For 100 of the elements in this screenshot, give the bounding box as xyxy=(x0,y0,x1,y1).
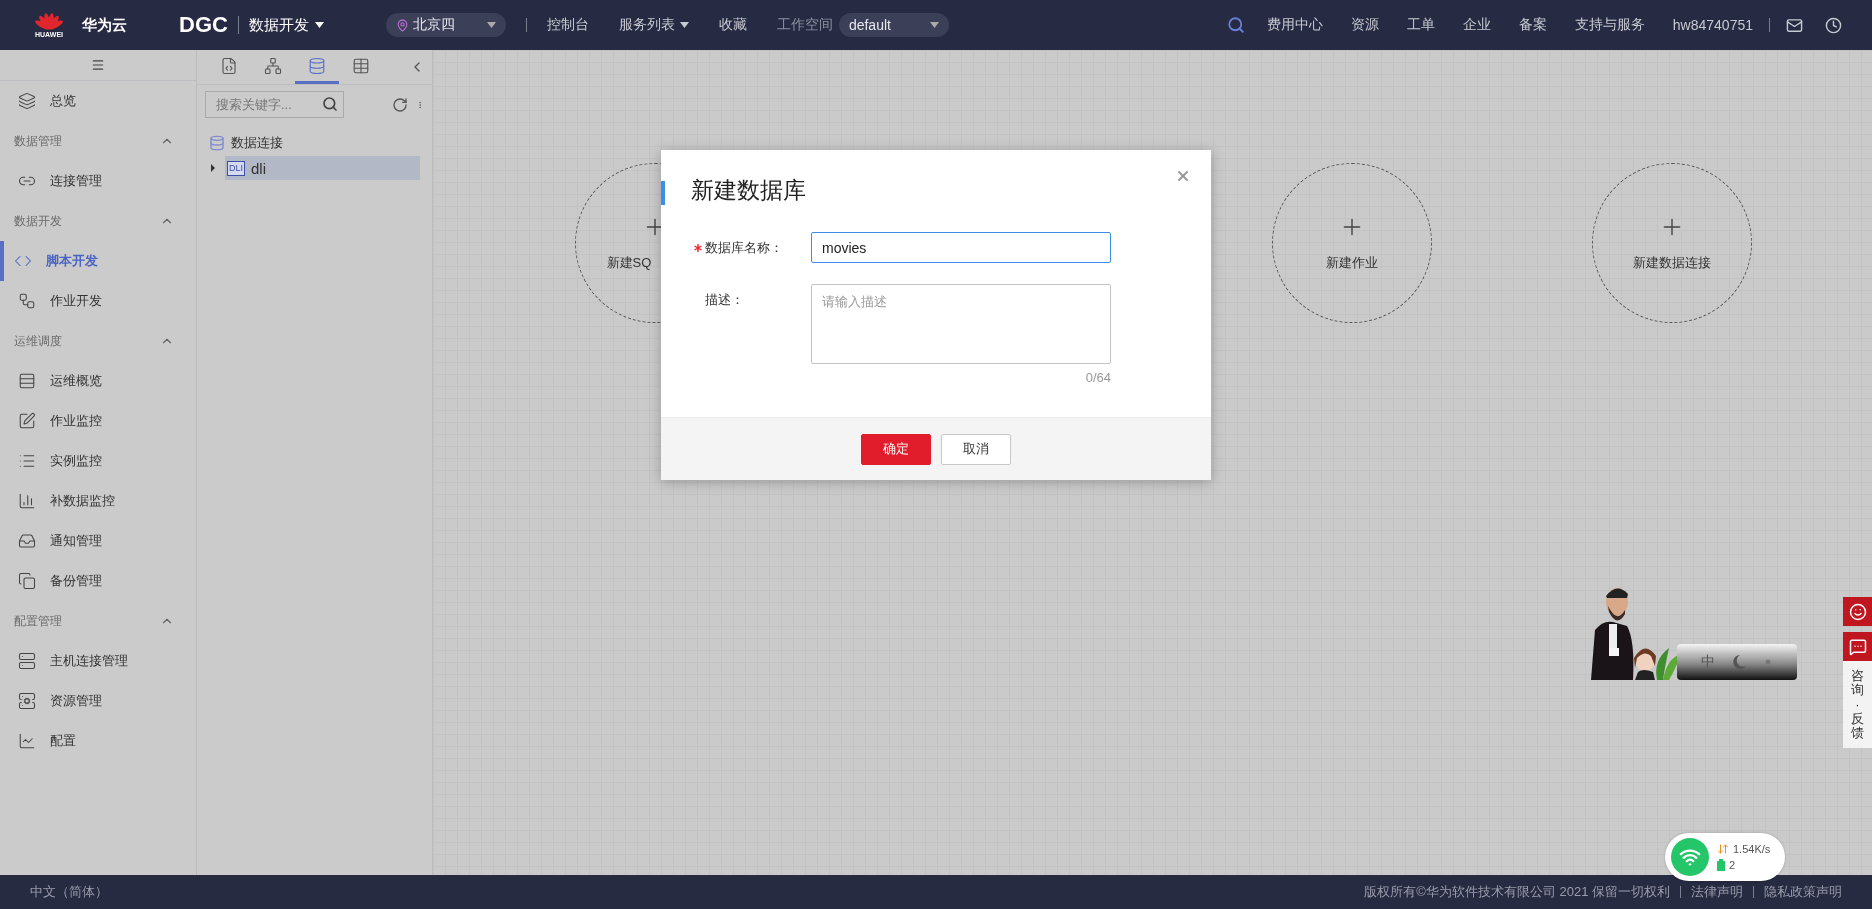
tree-label[interactable]: 数据连接 xyxy=(231,134,283,152)
pen-icon xyxy=(18,412,36,430)
sidebar-item-label: 运维概览 xyxy=(50,372,102,390)
menu-icon[interactable] xyxy=(91,58,105,72)
nav-link[interactable]: 资源 xyxy=(1350,16,1379,34)
input-field[interactable]: movies xyxy=(811,232,1111,263)
transfer-icon xyxy=(1717,843,1729,855)
sidebar-item-label: 补数据监控 xyxy=(50,492,115,510)
wifi-icon xyxy=(1679,846,1701,868)
list-icon xyxy=(18,452,36,470)
rows-icon xyxy=(18,372,36,390)
dli-badge: DLI xyxy=(227,160,245,176)
module-menu[interactable]: 数据开发 xyxy=(248,15,324,35)
network-speed: 1.54K/s xyxy=(1733,843,1771,855)
nav-link[interactable]: 服务列表 xyxy=(618,16,689,34)
sidebar-item[interactable]: 补数据监控 xyxy=(0,481,196,521)
sidebar-item-label: 通知管理 xyxy=(50,532,102,550)
caret-icon xyxy=(486,22,496,28)
sidebar-item[interactable]: 连接管理 xyxy=(0,161,196,201)
brand-name: 华为云 xyxy=(82,15,127,35)
server-gear-icon xyxy=(18,692,36,710)
battery-icon xyxy=(1717,859,1725,871)
input-mode-label: 中 xyxy=(1701,653,1715,671)
footer-link[interactable]: 隐私政策声明 xyxy=(1764,883,1842,901)
sidebar-item[interactable]: 作业开发 xyxy=(0,281,196,321)
sidebar-section[interactable]: 数据开发 xyxy=(0,201,196,241)
user-name[interactable]: hw84740751 xyxy=(1672,17,1753,33)
section-label: 运维调度 xyxy=(14,332,62,350)
workspace-select[interactable]: default xyxy=(838,13,949,37)
sidebar-section[interactable]: 运维调度 xyxy=(0,321,196,361)
refresh-icon[interactable] xyxy=(392,96,408,113)
sidebar-item[interactable]: 作业监控 xyxy=(0,401,196,441)
logo-icon xyxy=(35,12,63,31)
workspace-label: 工作空间 xyxy=(776,16,833,34)
caret-icon xyxy=(679,22,689,28)
caret-icon xyxy=(314,22,324,28)
nav-link[interactable]: 支持与服务 xyxy=(1574,16,1645,34)
sidebar-item[interactable]: 备份管理 xyxy=(0,561,196,601)
nav-link[interactable]: 收藏 xyxy=(718,16,747,34)
chat-icon xyxy=(1848,637,1867,656)
footer-link[interactable]: 法律声明 xyxy=(1691,883,1743,901)
inbox-icon xyxy=(18,532,36,550)
sidebar-item-label: 作业开发 xyxy=(50,292,102,310)
tree-label: dli xyxy=(251,159,267,177)
copy-icon xyxy=(18,572,36,590)
sidebar-item[interactable]: 运维概览 xyxy=(0,361,196,401)
smiley-button[interactable] xyxy=(1843,597,1872,626)
pin-icon xyxy=(395,18,409,32)
card-label: 新建数据连接 xyxy=(1633,254,1711,272)
card-label: 新建SQ xyxy=(606,254,652,272)
search-icon[interactable] xyxy=(1226,16,1245,34)
close-icon[interactable] xyxy=(1175,168,1191,184)
sidebar-item-label: 主机连接管理 xyxy=(50,652,128,670)
dot-icon xyxy=(1765,659,1771,665)
language-label[interactable]: 中文（简体） xyxy=(30,883,108,901)
moon-icon xyxy=(1733,654,1747,670)
line-chart-icon xyxy=(18,732,36,750)
nav-link[interactable]: 企业 xyxy=(1462,16,1491,34)
network-count: 2 xyxy=(1729,859,1736,871)
product-name: DGC xyxy=(179,12,228,38)
section-label: 数据管理 xyxy=(14,132,62,150)
sidebar-item-label: 资源管理 xyxy=(50,692,102,710)
sidebar-item[interactable]: 通知管理 xyxy=(0,521,196,561)
nav-link[interactable]: 费用中心 xyxy=(1266,16,1323,34)
nav-link[interactable]: 工单 xyxy=(1406,16,1435,34)
search-field[interactable]: 搜索关键字... xyxy=(205,91,344,118)
sidebar-item-label: 配置 xyxy=(50,732,76,750)
cancel-button[interactable]: 取消 xyxy=(941,433,1011,465)
sidebar-item[interactable]: 总览 xyxy=(0,81,196,121)
sidebar-item-label: 总览 xyxy=(50,92,76,110)
sidebar-item-label: 连接管理 xyxy=(50,172,102,190)
tree-node[interactable]: DLI dli xyxy=(225,156,420,180)
feedback-button[interactable]: 咨询·反馈 xyxy=(1843,661,1872,749)
clock-icon[interactable] xyxy=(1825,16,1842,34)
description-field[interactable]: 请输入描述 xyxy=(811,284,1111,364)
sidebar-section[interactable]: 数据管理 xyxy=(0,121,196,161)
workflow-icon xyxy=(18,292,36,310)
mail-icon[interactable] xyxy=(1786,16,1803,34)
caret-icon xyxy=(929,22,939,28)
server-icon xyxy=(18,652,36,670)
bar-chart-icon xyxy=(18,492,36,510)
search-icon[interactable] xyxy=(322,96,338,112)
code-file-icon xyxy=(220,56,238,75)
sidebar-item[interactable]: 配置 xyxy=(0,721,196,761)
sidebar-item[interactable]: 主机连接管理 xyxy=(0,641,196,681)
sidebar-item[interactable]: 实例监控 xyxy=(0,441,196,481)
chat-button[interactable] xyxy=(1843,632,1872,661)
nav-link[interactable]: 备案 xyxy=(1518,16,1547,34)
table-icon xyxy=(352,56,370,75)
char-counter: 0/64 xyxy=(1085,370,1111,385)
region-select[interactable]: 北京四 xyxy=(385,13,506,37)
sidebar-item[interactable]: 资源管理 xyxy=(0,681,196,721)
sidebar-item-label: 备份管理 xyxy=(50,572,102,590)
sidebar-item-label: 作业监控 xyxy=(50,412,102,430)
nav-link[interactable]: 控制台 xyxy=(546,16,589,34)
section-label: 配置管理 xyxy=(14,612,62,630)
sidebar-section[interactable]: 配置管理 xyxy=(0,601,196,641)
database-icon xyxy=(308,56,326,75)
card-label: 新建作业 xyxy=(1326,254,1378,272)
confirm-button[interactable]: 确定 xyxy=(861,433,931,465)
